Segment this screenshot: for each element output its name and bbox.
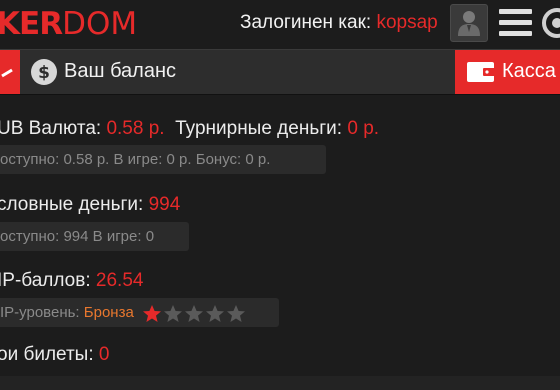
logged-in-status: Залогинен как: kopsap	[240, 12, 438, 34]
avatar[interactable]	[450, 4, 488, 42]
play-money-value: 994	[148, 194, 181, 215]
tickets-value: 0	[98, 344, 110, 365]
wallet-icon	[467, 62, 495, 82]
tickets-label: ои билеты:	[0, 344, 94, 365]
hamburger-menu-icon[interactable]	[499, 9, 532, 37]
user-silhouette-icon	[458, 11, 480, 36]
star-icon	[205, 304, 224, 322]
star-icon	[163, 304, 182, 322]
play-money-label: словные деньги:	[0, 194, 144, 215]
rub-value: 0.58 р.	[106, 118, 165, 139]
chevron-icon	[1, 68, 13, 78]
vip-level-stars	[142, 299, 247, 328]
play-money-line: словные деньги: 994	[0, 194, 180, 216]
svg-text:$: $	[38, 63, 50, 83]
coin-icon: $	[31, 59, 57, 85]
vip-points-value: 26.54	[95, 270, 144, 291]
rub-label: UB Валюта:	[0, 118, 102, 139]
vip-points-label: IP-баллов:	[0, 270, 91, 291]
cashier-label: Касса	[502, 60, 556, 82]
logo[interactable]: KERDOM	[0, 4, 137, 44]
top-bar: KERDOM Залогинен как: kopsap	[0, 0, 560, 46]
tournament-label: Турнирные деньги:	[175, 118, 343, 139]
username[interactable]: kopsap	[376, 12, 437, 33]
vip-points-line: IP-баллов: 26.54	[0, 270, 143, 292]
vip-level-label: IP-уровень:	[0, 304, 80, 321]
vip-level-row: IP-уровень: Бронза	[0, 298, 279, 327]
balance-bar: $ Ваш баланс Касса	[0, 49, 560, 95]
logged-in-label: Залогинен как:	[240, 12, 372, 33]
star-icon	[226, 304, 245, 322]
star-icon	[142, 304, 161, 322]
settings-icon[interactable]	[539, 7, 560, 39]
tournament-value: 0 р.	[347, 118, 380, 139]
play-money-details: оступно: 994 В игре: 0	[0, 222, 189, 251]
rub-details: оступно: 0.58 р. В игре: 0 р. Бонус: 0 р…	[0, 145, 326, 174]
vip-level-value: Бронза	[83, 304, 134, 321]
star-icon	[184, 304, 203, 322]
rub-balance-line: UB Валюта: 0.58 р. Турнирные деньги: 0 р…	[0, 118, 379, 140]
back-button[interactable]	[0, 50, 20, 94]
cashier-button[interactable]: Касса	[455, 50, 560, 94]
bottom-divider	[0, 376, 560, 390]
tickets-line: ои билеты: 0	[0, 344, 109, 366]
balance-title: Ваш баланс	[64, 60, 177, 82]
